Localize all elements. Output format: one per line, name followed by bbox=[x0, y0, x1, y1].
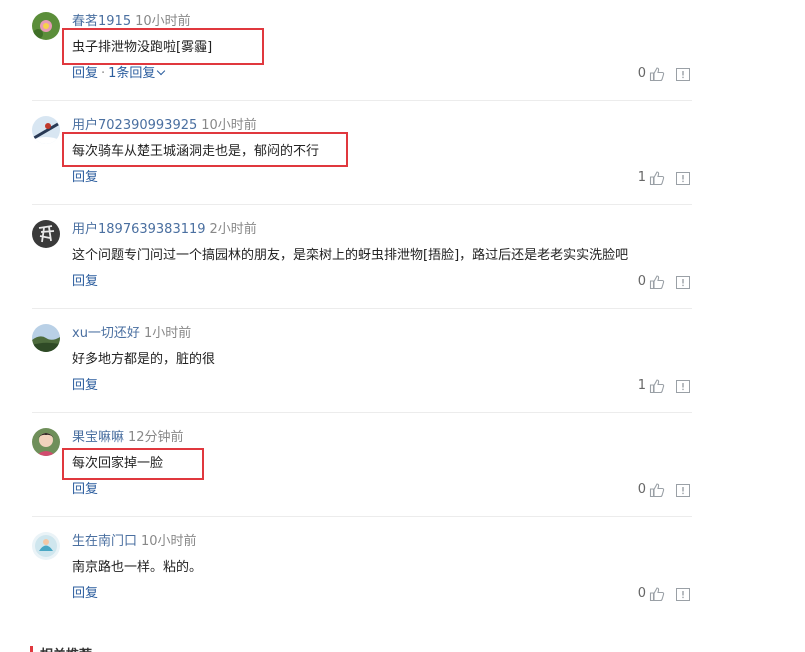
comment-actions: 回复 bbox=[72, 482, 98, 498]
like-count: 1 bbox=[637, 170, 646, 185]
comment-meta: xu一切还好 1小时前 bbox=[72, 326, 191, 342]
comment-text: 好多地方都是的，脏的很 bbox=[72, 352, 216, 367]
comment-item: 用户1897639383119 2小时前 这个问题专门问过一个搞园林的朋友，是栾树… bbox=[0, 216, 805, 320]
like-count: 0 bbox=[637, 66, 646, 81]
username[interactable]: xu一切还好 bbox=[72, 326, 140, 341]
comment-item: xu一切还好 1小时前 好多地方都是的，脏的很 回复 1 bbox=[0, 320, 805, 424]
comment-time: 12分钟前 bbox=[128, 430, 184, 445]
username[interactable]: 生在南门口 bbox=[72, 534, 137, 549]
comment-meta: 果宝嘛嘛 12分钟前 bbox=[72, 430, 184, 446]
thumbs-up-icon[interactable] bbox=[649, 274, 665, 290]
user-avatar[interactable] bbox=[32, 324, 60, 352]
divider bbox=[32, 308, 692, 309]
divider bbox=[32, 204, 692, 205]
comment-time: 10小时前 bbox=[201, 118, 257, 133]
separator: · bbox=[101, 66, 106, 81]
comment-meta: 生在南门口 10小时前 bbox=[72, 534, 197, 550]
user-avatar[interactable] bbox=[32, 116, 60, 144]
reply-button[interactable]: 回复 bbox=[72, 170, 98, 185]
comment-time: 10小时前 bbox=[141, 534, 197, 549]
user-avatar[interactable] bbox=[32, 428, 60, 456]
user-avatar[interactable] bbox=[32, 220, 60, 248]
report-icon[interactable] bbox=[676, 380, 690, 393]
username[interactable]: 用户702390993925 bbox=[72, 118, 197, 133]
report-icon[interactable] bbox=[676, 484, 690, 497]
chevron-down-icon bbox=[157, 66, 166, 76]
divider bbox=[32, 412, 692, 413]
highlight-box bbox=[62, 132, 348, 167]
reply-button[interactable]: 回复 bbox=[72, 586, 98, 601]
section-title: 相关推荐 bbox=[40, 644, 92, 652]
comment-time: 2小时前 bbox=[209, 222, 257, 237]
reply-button[interactable]: 回复 bbox=[72, 274, 98, 289]
reply-button[interactable]: 回复 bbox=[72, 378, 98, 393]
reply-button[interactable]: 回复 bbox=[72, 482, 98, 497]
thumbs-up-icon[interactable] bbox=[649, 586, 665, 602]
report-icon[interactable] bbox=[676, 172, 690, 185]
reply-button[interactable]: 回复 bbox=[72, 66, 98, 81]
view-replies-button[interactable]: 1条回复 bbox=[108, 66, 166, 81]
user-avatar[interactable] bbox=[32, 12, 60, 40]
divider bbox=[32, 100, 692, 101]
username[interactable]: 用户1897639383119 bbox=[72, 222, 206, 237]
comment-actions: 回复 · 1条回复 bbox=[72, 66, 166, 82]
comment-actions: 回复 bbox=[72, 274, 98, 290]
section-marker bbox=[30, 646, 33, 652]
comment-actions: 回复 bbox=[72, 586, 98, 602]
like-count: 0 bbox=[637, 482, 646, 497]
comment-meta: 用户1897639383119 2小时前 bbox=[72, 222, 257, 238]
like-count: 0 bbox=[637, 274, 646, 289]
thumbs-up-icon[interactable] bbox=[649, 66, 665, 82]
comment-time: 10小时前 bbox=[135, 14, 191, 29]
report-icon[interactable] bbox=[676, 276, 690, 289]
highlight-box bbox=[62, 448, 204, 480]
view-replies-label: 1条回复 bbox=[108, 66, 156, 81]
comment-text: 南京路也一样。粘的。 bbox=[72, 560, 203, 575]
thumbs-up-icon[interactable] bbox=[649, 482, 665, 498]
username[interactable]: 春茗1915 bbox=[72, 14, 131, 29]
comment-text: 这个问题专门问过一个搞园林的朋友，是栾树上的蚜虫排泄物[捂脸]，路过后还是老老实… bbox=[72, 248, 629, 263]
report-icon[interactable] bbox=[676, 588, 690, 601]
thumbs-up-icon[interactable] bbox=[649, 170, 665, 186]
username[interactable]: 果宝嘛嘛 bbox=[72, 430, 124, 445]
report-icon[interactable] bbox=[676, 68, 690, 81]
thumbs-up-icon[interactable] bbox=[649, 378, 665, 394]
divider bbox=[32, 516, 692, 517]
comment-item: 生在南门口 10小时前 南京路也一样。粘的。 回复 0 bbox=[0, 528, 805, 632]
user-avatar[interactable] bbox=[32, 532, 60, 560]
comment-time: 1小时前 bbox=[143, 326, 192, 341]
like-count: 1 bbox=[637, 378, 646, 393]
highlight-box bbox=[62, 28, 264, 65]
like-count: 0 bbox=[637, 586, 646, 601]
comment-actions: 回复 bbox=[72, 170, 98, 186]
comment-actions: 回复 bbox=[72, 378, 98, 394]
